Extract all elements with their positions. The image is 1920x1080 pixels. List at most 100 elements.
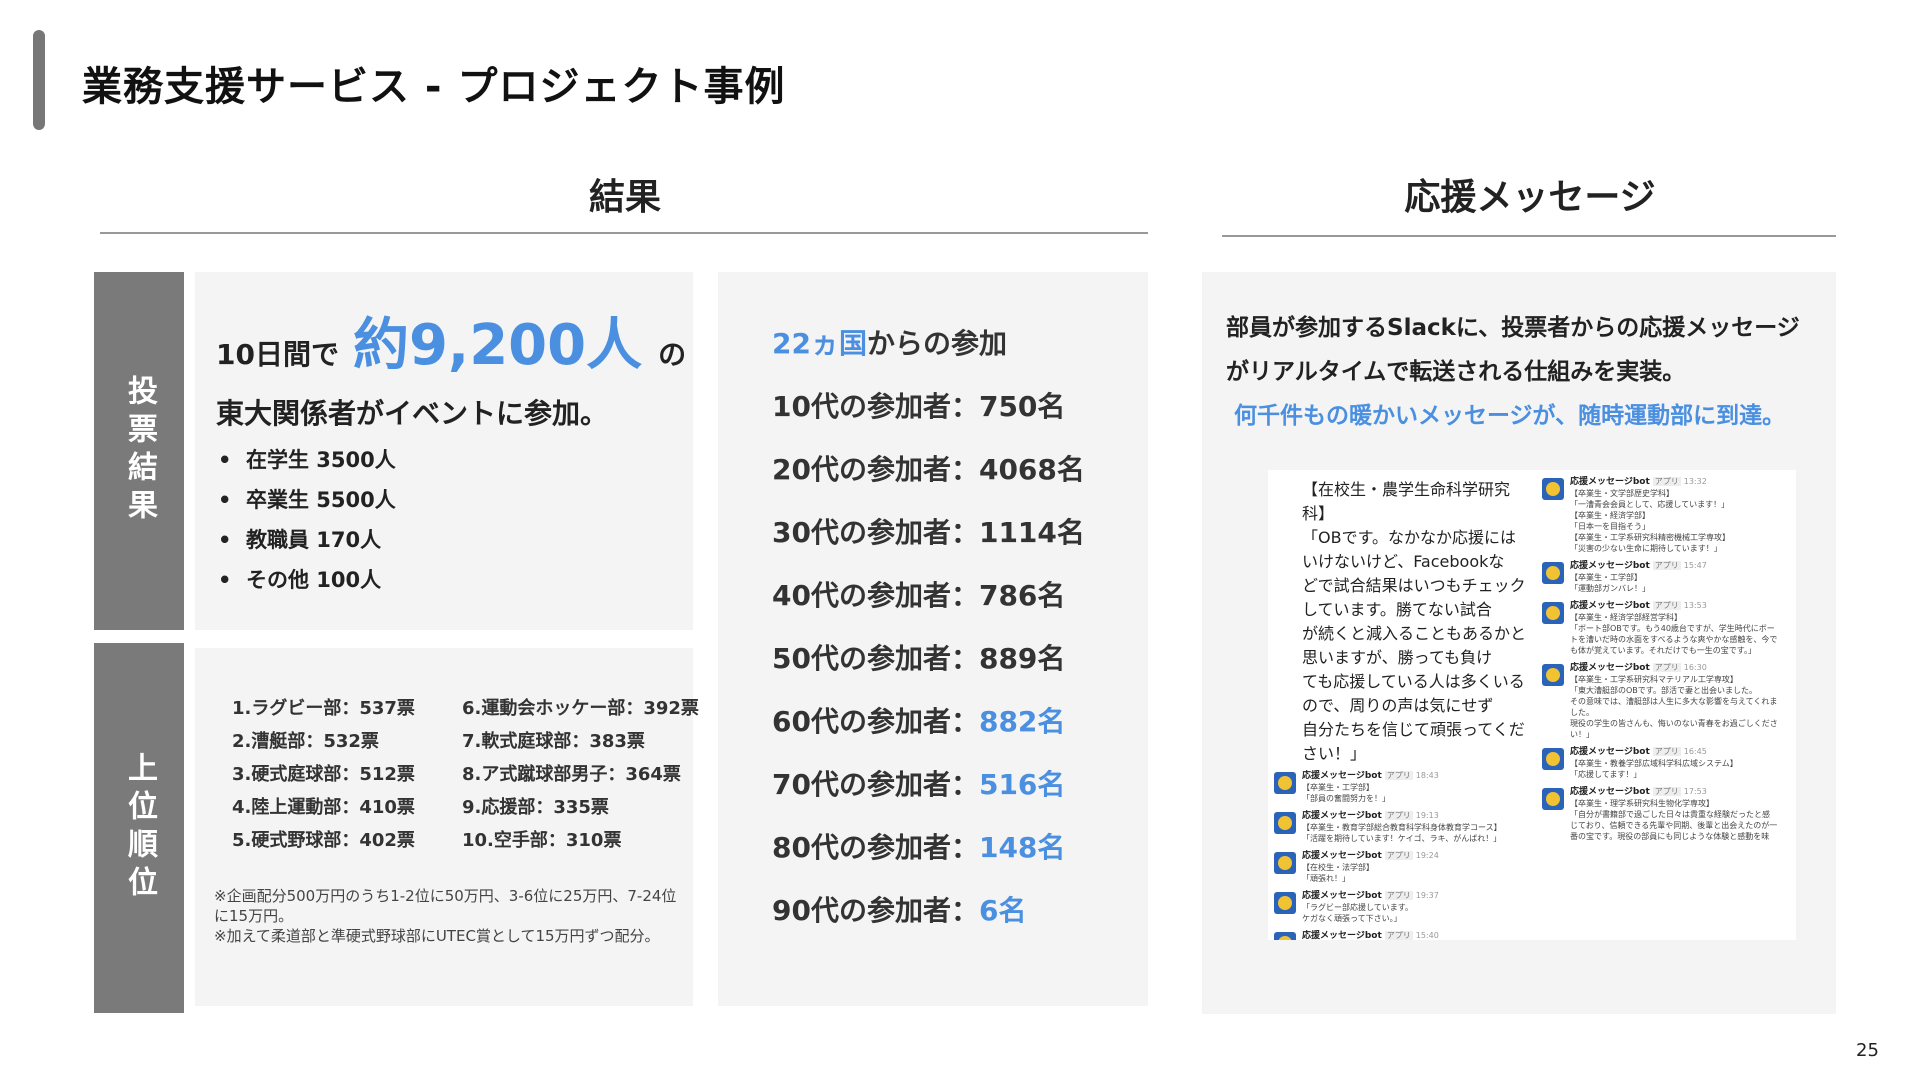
participant-row: 70代の参加者：516名 [772, 768, 1066, 801]
slack-message: 応援メッセージbot アプリ 16:45 【卒業生・教養学部広域科学科広域システム】「… [1542, 746, 1796, 780]
message-line: 番の宝です。現役の部員にも同じような体験と感動を味 [1570, 832, 1770, 841]
support-heading-rule [1222, 235, 1836, 237]
slack-top-message: 【在校生・農学生命科学研究科】 「OBです。なかなか応援にはいけないけど、Fac… [1302, 480, 1527, 763]
app-tag: アプリ [1652, 601, 1681, 610]
bot-avatar-icon [1542, 748, 1564, 770]
bot-name: 応援メッセージbot [1570, 601, 1650, 611]
list-item: 1.ラグビー部：537票 [232, 698, 415, 719]
participant-row: 80代の参加者：148名 [772, 831, 1066, 864]
ranking-list-left: 1.ラグビー部：537票 2.漕艇部：532票 3.硬式庭球部：512票 4.陸… [232, 692, 415, 857]
results-heading-rule [100, 232, 1148, 234]
slack-message: 応援メッセージbot アプリ 15:47 【卒業生・工学部】 「運動部ガンバレ！」 [1542, 560, 1796, 594]
list-item: 在学生 3500人 [218, 440, 396, 480]
vote-total-line: 10日間で 約9,200人 の [216, 300, 686, 381]
participant-row: 20代の参加者：4068名 [772, 453, 1085, 486]
bot-name: 応援メッセージbot [1570, 561, 1650, 571]
slack-column-left: 【在校生・農学生命科学研究科】 「OBです。なかなか応援にはいけないけど、Fac… [1274, 476, 1528, 940]
support-description: 部員が参加するSlackに、投票者からの応援メッセージ がリアルタイムで転送され… [1226, 315, 1800, 429]
slack-message: 応援メッセージbot アプリ 18:43 【卒業生・工学部】 「部員の奮闘努力を！」 [1274, 770, 1528, 804]
bot-avatar-icon [1542, 788, 1564, 810]
participant-count: 882名 [978, 705, 1066, 738]
participant-count: 148名 [978, 831, 1066, 864]
slack-message-header: 応援メッセージbot アプリ 16:30 [1570, 662, 1796, 674]
slack-message-header: 応援メッセージbot アプリ 19:13 [1302, 810, 1528, 822]
slack-message: 応援メッセージbot アプリ 13:53 【卒業生・経済学部経営学科】「ボート部OBで… [1542, 600, 1796, 656]
app-tag: アプリ [1652, 561, 1681, 570]
bot-name: 応援メッセージbot [1570, 787, 1650, 797]
participant-row: 50代の参加者：889名 [772, 642, 1066, 675]
participant-count: 750名 [978, 390, 1066, 423]
ranking-list-right: 6.運動会ホッケー部：392票 7.軟式庭球部：383票 8.ア式蹴球部男子：3… [462, 692, 699, 857]
slack-message: 応援メッセージbot アプリ 16:30 【卒業生・工学系研究科マテリアル工学専攻】「… [1542, 662, 1796, 740]
slack-message: 応援メッセージbot アプリ 13:32 【卒業生・文学部歴史学科】 「一漕青会会員とし… [1542, 476, 1796, 554]
participant-count: 786名 [978, 579, 1066, 612]
bot-name: 応援メッセージbot [1302, 771, 1382, 781]
bot-avatar-icon [1274, 772, 1296, 794]
message-time: 15:47 [1683, 561, 1707, 570]
bot-name: 応援メッセージbot [1570, 663, 1650, 673]
ranking-label: 上位順位 [94, 643, 184, 1013]
bot-avatar-icon [1274, 852, 1296, 874]
list-item: 7.軟式庭球部：383票 [462, 731, 645, 752]
message-line: 「東大漕艇部のOBです。部活で妻と出会いました。 [1570, 686, 1757, 695]
bot-name: 応援メッセージbot [1570, 747, 1650, 757]
participant-row: 10代の参加者：750名 [772, 390, 1066, 423]
list-item: 8.ア式蹴球部男子：364票 [462, 764, 681, 785]
app-tag: アプリ [1652, 747, 1681, 756]
message-time: 18:43 [1415, 771, 1439, 780]
app-tag: アプリ [1384, 891, 1413, 900]
participant-count: 516名 [978, 768, 1066, 801]
participant-count: 6名 [978, 894, 1027, 927]
slack-message-header: 応援メッセージbot アプリ 19:24 [1302, 850, 1528, 862]
list-item: 教職員 170人 [218, 520, 396, 560]
slack-message: 応援メッセージbot アプリ 19:13 【卒業生・教育学部総合教育科学科身体教育学コ… [1274, 810, 1528, 844]
message-line: 【卒業生・教養学部広域科学科広域システム】 [1570, 759, 1738, 768]
list-item: 2.漕艇部：532票 [232, 731, 379, 752]
participant-count: 4068名 [978, 453, 1085, 486]
slack-message-header: 応援メッセージbot アプリ 15:40 [1302, 930, 1528, 940]
vote-breakdown-list: 在学生 3500人 卒業生 5500人 教職員 170人 その他 100人 [218, 440, 396, 600]
app-tag: アプリ [1384, 811, 1413, 820]
slack-message-header: 応援メッセージbot アプリ 13:53 [1570, 600, 1796, 612]
slack-message-header: 応援メッセージbot アプリ 17:53 [1570, 786, 1796, 798]
app-tag: アプリ [1384, 771, 1413, 780]
list-item: その他 100人 [218, 560, 396, 600]
app-tag: アプリ [1652, 477, 1681, 486]
slack-message-header: 応援メッセージbot アプリ 19:37 [1302, 890, 1528, 902]
message-line: 「ボート部OBです。もう40歳台ですが、学生時代にボー [1570, 624, 1775, 633]
message-line: 【卒業生・経済学部経営学科】 [1570, 613, 1682, 622]
bot-name: 応援メッセージbot [1302, 811, 1382, 821]
message-line: 【卒業生・教育学部総合教育科学科身体教育学コース】 [1302, 823, 1502, 832]
participant-count: 889名 [978, 642, 1066, 675]
message-line: 【卒業生・経済学部】 [1570, 511, 1650, 520]
list-item: 5.硬式野球部：402票 [232, 830, 415, 851]
participants-list: 22ヵ国からの参加 10代の参加者：750名 20代の参加者：4068名 30代… [772, 312, 1085, 942]
message-line: 【卒業生・工学系研究科マテリアル工学専攻】 [1570, 675, 1738, 684]
message-time: 16:30 [1683, 663, 1707, 672]
bot-name: 応援メッセージbot [1570, 477, 1650, 487]
ranking-footnote: ※企画配分500万円のうち1-2位に50万円、3-6位に25万円、7-24位に1… [214, 887, 677, 945]
message-line: 現役の学生の皆さんも、悔いのない青春をお過ごしくださ [1570, 719, 1778, 728]
list-item: 4.陸上運動部：410票 [232, 797, 415, 818]
slack-message-header: 応援メッセージbot アプリ 15:47 [1570, 560, 1796, 572]
slack-message-header: 応援メッセージbot アプリ 13:32 [1570, 476, 1796, 488]
message-line: 「一漕青会会員として、応援しています！」 [1570, 500, 1730, 509]
message-time: 17:53 [1683, 787, 1707, 796]
list-item: 卒業生 5500人 [218, 480, 396, 520]
bot-avatar-icon [1542, 478, 1564, 500]
vote-total-caption: 東大関係者がイベントに参加。 [216, 397, 609, 430]
bot-avatar-icon [1274, 812, 1296, 834]
list-item: 9.応援部：335票 [462, 797, 609, 818]
message-line: 「頑張れ！」 [1302, 874, 1350, 883]
bot-avatar-icon [1274, 932, 1296, 940]
message-line: 「日本一を目指そう」 [1570, 522, 1650, 531]
bot-avatar-icon [1542, 664, 1564, 686]
bot-name: 応援メッセージbot [1302, 931, 1382, 940]
message-line: じており、信頼できる先輩や同期、後輩と出会えたのが一 [1570, 821, 1778, 830]
app-tag: アプリ [1652, 787, 1681, 796]
message-line: トを漕いだ時の水面をすべるような爽やかな感触を、今で [1570, 635, 1778, 644]
message-line: 【卒業生・工学系研究科精密機械工学専攻】 [1570, 533, 1730, 542]
bot-avatar-icon [1274, 892, 1296, 914]
bot-name: 応援メッセージbot [1302, 891, 1382, 901]
message-line: 「ラグビー部応援しています。 [1302, 903, 1413, 912]
